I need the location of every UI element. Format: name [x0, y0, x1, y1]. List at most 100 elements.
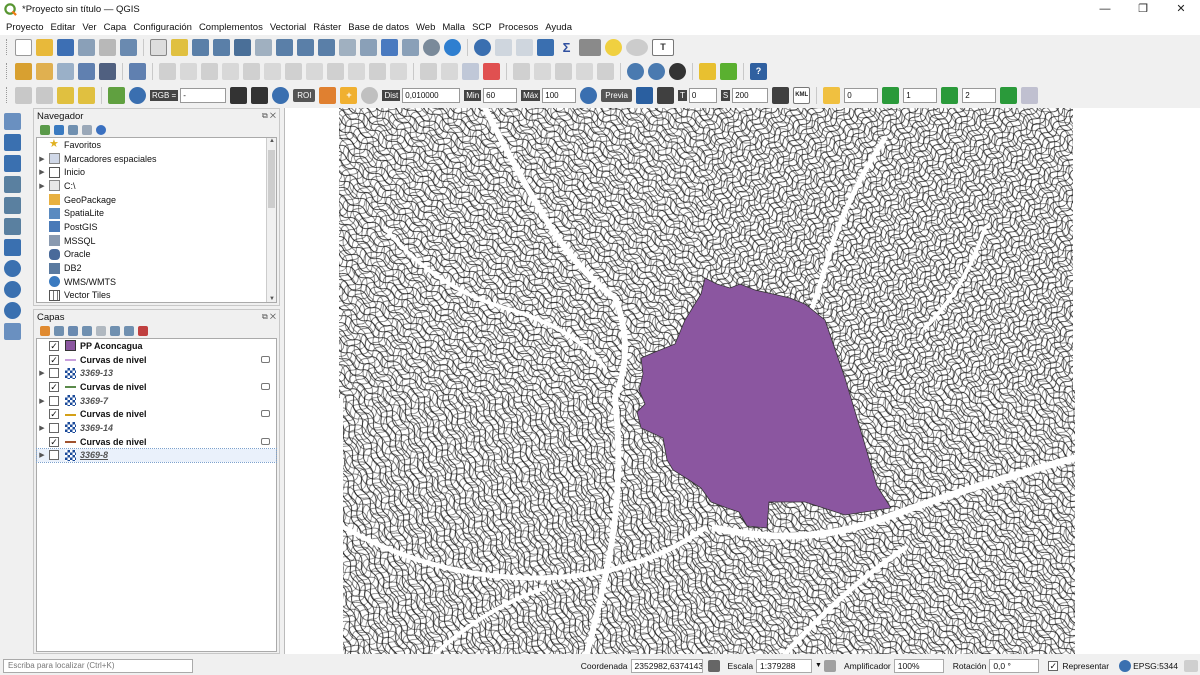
locator-search-input[interactable]: Escriba para localizar (Ctrl+K)	[3, 658, 193, 673]
add-mesh-icon[interactable]	[4, 155, 21, 172]
toggle-editing-icon[interactable]	[180, 62, 197, 80]
temporal-clock-icon[interactable]	[423, 38, 440, 56]
magnifier-field[interactable]: 100%	[893, 658, 944, 673]
browser-item-vector-tiles[interactable]: Vector Tiles	[37, 289, 276, 303]
layer-visibility-checkbox[interactable]	[49, 368, 59, 379]
menu-ayuda[interactable]: Ayuda	[542, 22, 576, 33]
pan-hand-icon[interactable]	[150, 38, 167, 56]
remove-layer-icon[interactable]	[138, 326, 148, 336]
menu-base-de-datos[interactable]: Base de datos	[345, 22, 413, 33]
save-as-icon[interactable]	[78, 38, 95, 56]
menu-malla[interactable]: Malla	[439, 22, 469, 33]
add-vector-icon[interactable]	[4, 113, 21, 130]
transparency-icon[interactable]	[656, 86, 674, 104]
add-virtual-icon[interactable]	[4, 218, 21, 235]
zoom-next-icon[interactable]	[339, 38, 356, 56]
toggle-extents-icon[interactable]	[707, 659, 720, 672]
zoom-selection-icon[interactable]	[255, 38, 272, 56]
browser-item-marcadores[interactable]: ▶ Marcadores espaciales	[37, 152, 276, 166]
map-tips-icon[interactable]	[605, 38, 622, 56]
rotate-label-icon[interactable]	[534, 62, 551, 80]
preview-button[interactable]: Previa	[601, 88, 632, 102]
add-raster-icon[interactable]	[4, 134, 21, 151]
statistics-sigma-icon[interactable]: Σ	[558, 39, 575, 56]
classification-icon[interactable]	[772, 86, 790, 104]
zoom-last-icon[interactable]	[318, 38, 335, 56]
roi-add-icon[interactable]: +	[340, 86, 358, 104]
layer-row-selected[interactable]: ▶ 3369-8	[36, 447, 277, 464]
settings-dropdown-icon[interactable]	[626, 38, 648, 56]
properties-icon[interactable]	[96, 125, 106, 135]
help-icon[interactable]: ?	[750, 62, 767, 80]
rgb-prev-icon[interactable]	[230, 86, 248, 104]
menu-web[interactable]: Web	[413, 22, 439, 33]
attribute-table-icon[interactable]	[495, 38, 512, 56]
layer-visibility-checkbox[interactable]	[49, 450, 59, 461]
plugin-icon[interactable]	[720, 62, 737, 80]
browser-item-wms[interactable]: WMS/WMTS	[37, 275, 276, 289]
current-edits-icon[interactable]	[159, 62, 176, 80]
browser-item-inicio[interactable]: ▶ Inicio	[37, 165, 276, 179]
label-tool-icon[interactable]	[420, 62, 437, 80]
toolbar-grip[interactable]	[6, 87, 10, 103]
pan-to-selection-icon[interactable]	[171, 38, 188, 56]
identify-icon[interactable]	[474, 38, 491, 56]
layer-indicator-icon[interactable]	[261, 410, 270, 418]
add-spatialite-icon[interactable]	[4, 239, 21, 256]
layer-visibility-checkbox[interactable]: ✓	[49, 340, 59, 351]
browser-item-c-drive[interactable]: ▶ C:\	[37, 179, 276, 193]
panel-float-close-icon[interactable]: ⧉ ✕	[262, 111, 276, 121]
render-checkbox[interactable]: ✓	[1048, 660, 1059, 671]
roi-redo-icon[interactable]	[361, 86, 379, 104]
band-calc-icon[interactable]	[1021, 86, 1039, 104]
roi-button[interactable]: ROI	[293, 88, 316, 102]
processing-gear-icon[interactable]	[537, 38, 554, 56]
roi-zoom-icon[interactable]	[272, 86, 290, 104]
scp-main-icon[interactable]	[108, 86, 125, 104]
layer-row[interactable]: ✓ Curvas de nivel	[37, 353, 276, 367]
layer-row[interactable]: ✓ Curvas de nivel	[37, 435, 276, 449]
browser-item-mssql[interactable]: MSSQL	[37, 234, 276, 248]
close-button[interactable]: ✕	[1162, 0, 1200, 19]
band-next-icon-3[interactable]	[1000, 86, 1018, 104]
label-highlight-icon[interactable]	[462, 62, 479, 80]
change-label-icon[interactable]	[555, 62, 572, 80]
layout-manager-icon[interactable]	[120, 38, 137, 56]
layer-row[interactable]: ✓ Curvas de nivel	[37, 380, 276, 394]
add-group-icon[interactable]	[54, 326, 64, 336]
deselect-icon[interactable]	[78, 86, 95, 104]
refresh-icon[interactable]	[54, 125, 64, 135]
menu-procesos[interactable]: Procesos	[496, 22, 543, 33]
band-set-input-2[interactable]: 2	[962, 87, 997, 103]
coordinate-field[interactable]: 2352982,6374143	[630, 658, 703, 673]
menu-complementos[interactable]: Complementos	[196, 22, 267, 33]
layer-row[interactable]: ▶ 3369-7	[37, 394, 276, 408]
browser-item-oracle[interactable]: Oracle	[37, 248, 276, 262]
delete-selected-icon[interactable]	[285, 62, 302, 80]
band-next-icon-1[interactable]	[882, 86, 900, 104]
expand-arrow-icon[interactable]: ▶	[37, 168, 47, 176]
panel-float-close-icon[interactable]: ⧉ ✕	[262, 312, 276, 322]
select-features-icon[interactable]	[36, 86, 53, 104]
new-shapefile-icon[interactable]	[57, 62, 74, 80]
roi-draw-icon[interactable]	[319, 86, 337, 104]
band-set-icon[interactable]	[823, 86, 841, 104]
move-label-icon[interactable]	[513, 62, 530, 80]
measure-icon[interactable]	[579, 38, 601, 56]
expand-arrow-icon[interactable]: ▶	[37, 451, 47, 459]
modify-attributes-icon[interactable]	[264, 62, 281, 80]
open-project-icon[interactable]	[36, 38, 53, 56]
browser-item-db2[interactable]: DB2	[37, 261, 276, 275]
menu-configuracion[interactable]: Configuración	[130, 22, 196, 33]
expand-all-icon[interactable]	[110, 326, 120, 336]
messages-icon[interactable]	[1184, 659, 1198, 672]
preview-zoom-icon[interactable]	[580, 86, 598, 104]
band-set-input-1[interactable]: 1	[903, 87, 938, 103]
rgb-select[interactable]: -	[180, 87, 227, 103]
layer-visibility-checkbox[interactable]: ✓	[49, 409, 59, 420]
band-set-input-0[interactable]: 0	[844, 87, 879, 103]
attribute-form-icon[interactable]	[15, 86, 32, 104]
scale-field[interactable]: 1:379288	[756, 658, 813, 673]
zoom-full-icon[interactable]	[234, 38, 251, 56]
layer-visibility-checkbox[interactable]: ✓	[49, 354, 59, 365]
